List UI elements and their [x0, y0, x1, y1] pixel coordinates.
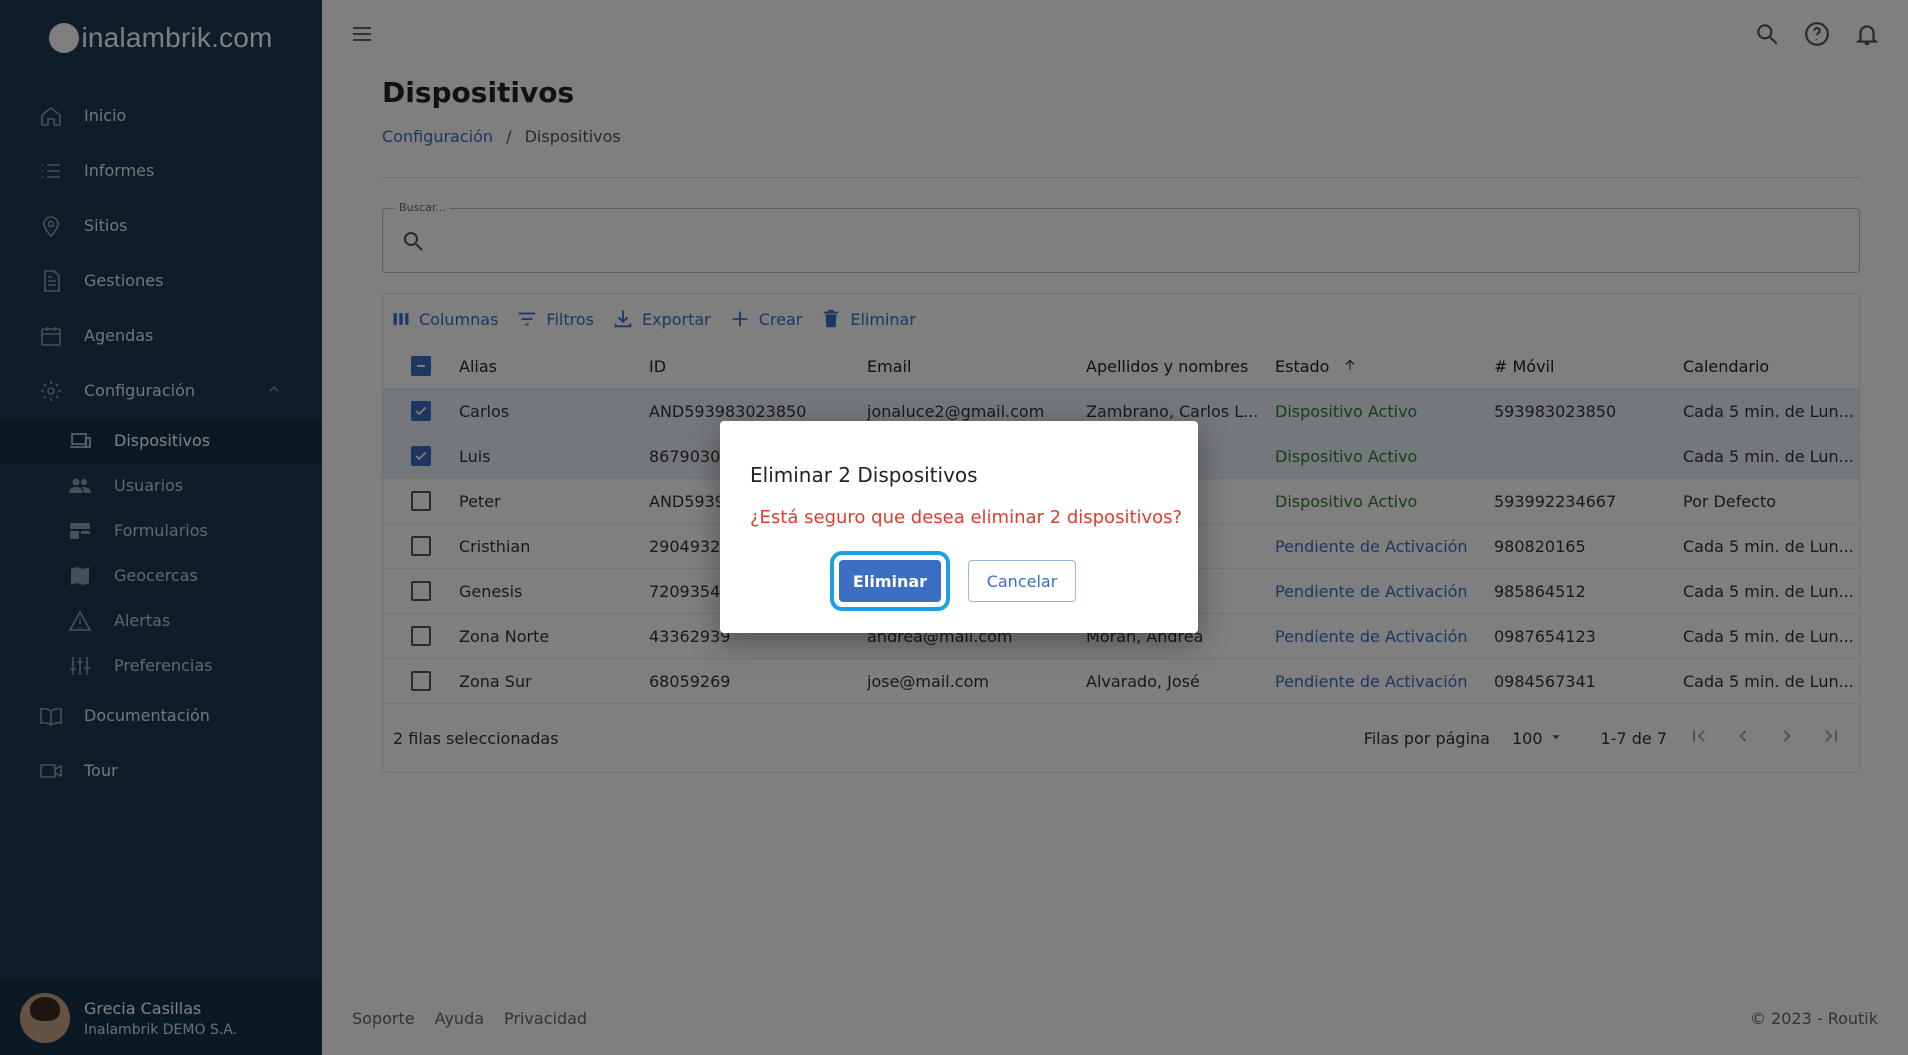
cancel-button[interactable]: Cancelar: [968, 560, 1076, 602]
dialog-actions: Eliminar Cancelar: [830, 551, 1076, 611]
dialog-message: ¿Está seguro que desea eliminar 2 dispos…: [750, 507, 1183, 528]
focus-ring: Eliminar: [830, 551, 950, 611]
confirm-delete-button[interactable]: Eliminar: [839, 560, 941, 602]
delete-confirm-dialog: Eliminar 2 Dispositivos ¿Está seguro que…: [720, 421, 1198, 633]
dialog-title: Eliminar 2 Dispositivos: [750, 463, 978, 487]
